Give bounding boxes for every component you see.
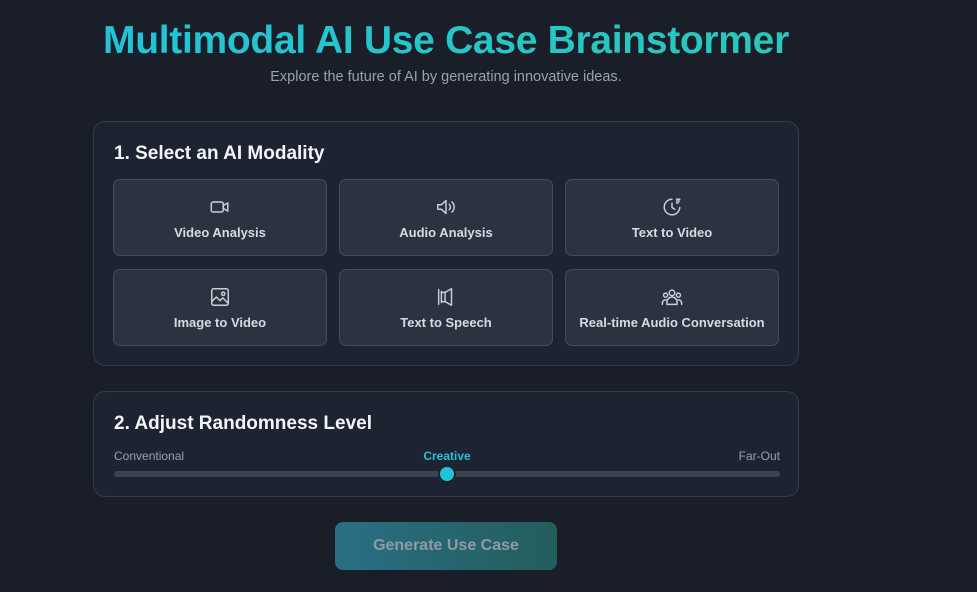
modality-option-image-to-video[interactable]: Image to Video: [113, 269, 327, 346]
sparkle-clock-icon: [660, 195, 684, 219]
app-page: Multimodal AI Use Case Brainstormer Expl…: [0, 0, 977, 592]
video-camera-icon: [208, 195, 232, 219]
image-icon: [208, 285, 232, 309]
modality-option-label: Image to Video: [173, 315, 267, 330]
modality-option-realtime-audio-conversation[interactable]: Real-time Audio Conversation: [565, 269, 779, 346]
modality-heading: 1. Select an AI Modality: [114, 143, 325, 164]
page-subtitle: Explore the future of AI by generating i…: [270, 69, 622, 85]
randomness-card: 2. Adjust Randomness Level Conventional …: [93, 391, 799, 497]
modality-option-label: Video Analysis: [174, 225, 266, 240]
modality-grid: Video Analysis Audio Analysis Text to Vi…: [113, 179, 779, 346]
page-title: Multimodal AI Use Case Brainstormer: [93, 18, 799, 64]
slider-thumb[interactable]: [440, 467, 454, 481]
modality-option-label: Text to Speech: [400, 315, 492, 330]
modality-option-label: Real-time Audio Conversation: [579, 315, 765, 330]
slider-max-label: Far-Out: [738, 449, 780, 463]
modality-option-video-analysis[interactable]: Video Analysis: [113, 179, 327, 256]
modality-card: 1. Select an AI Modality Video Analysis: [93, 121, 799, 366]
modality-option-label: Text to Video: [631, 225, 713, 240]
generate-use-case-button[interactable]: Generate Use Case: [335, 522, 557, 570]
randomness-slider[interactable]: [114, 467, 780, 481]
slider-current-label: Creative: [423, 449, 471, 463]
users-icon: [660, 285, 684, 309]
speaker-icon: [434, 195, 458, 219]
modality-option-text-to-video[interactable]: Text to Video: [565, 179, 779, 256]
modality-option-label: Audio Analysis: [399, 225, 493, 240]
randomness-heading: 2. Adjust Randomness Level: [114, 413, 372, 434]
modality-option-audio-analysis[interactable]: Audio Analysis: [339, 179, 553, 256]
modality-option-text-to-speech[interactable]: Text to Speech: [339, 269, 553, 346]
slider-labels: Conventional Creative Far-Out: [114, 449, 780, 465]
megaphone-icon: [434, 285, 458, 309]
